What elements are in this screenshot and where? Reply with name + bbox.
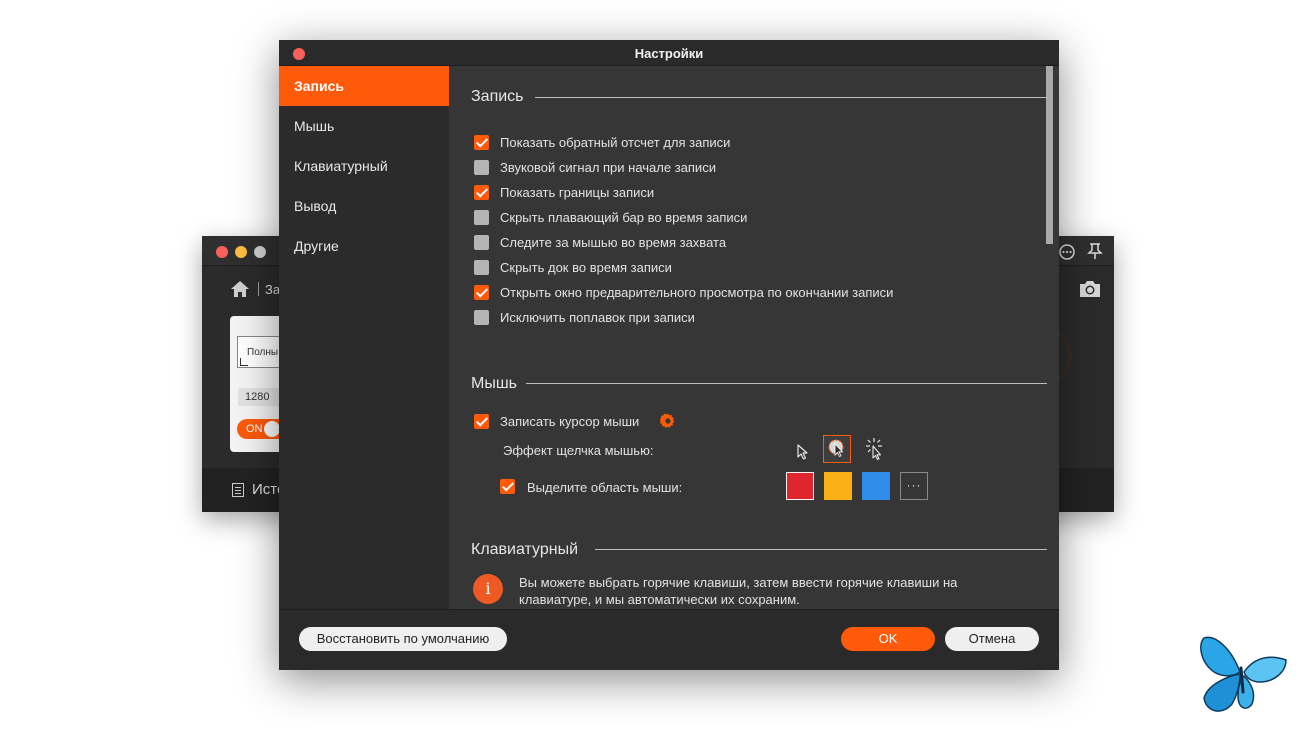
section-title-recording: Запись bbox=[471, 88, 524, 105]
record-cursor-label: Записать курсор мыши bbox=[500, 414, 640, 429]
click-effect-label: Эффект щелчка мышью: bbox=[503, 443, 654, 458]
zoom-window-button[interactable] bbox=[254, 246, 266, 258]
minimize-window-button[interactable] bbox=[235, 246, 247, 258]
hide-dock-label: Скрыть док во время записи bbox=[500, 260, 672, 275]
info-icon: i bbox=[473, 574, 503, 604]
highlight-mouse-label: Выделите область мыши: bbox=[527, 480, 683, 495]
sidebar-item-keyboard[interactable]: Клавиатурный bbox=[279, 146, 449, 186]
show-borders-label: Показать границы записи bbox=[500, 185, 655, 200]
beep-checkbox[interactable] bbox=[474, 160, 489, 175]
record-cursor-checkbox[interactable] bbox=[474, 414, 489, 429]
follow-mouse-checkbox[interactable] bbox=[474, 235, 489, 250]
content-scrollbar[interactable] bbox=[1046, 66, 1053, 244]
hide-float-bar-label: Скрыть плавающий бар во время записи bbox=[500, 210, 748, 225]
settings-content: Запись Показать обратный отсчет для запи… bbox=[449, 66, 1059, 609]
close-window-button[interactable] bbox=[216, 246, 228, 258]
section-title-keyboard: Клавиатурный bbox=[471, 541, 579, 558]
section-divider bbox=[526, 383, 1047, 384]
pin-icon[interactable] bbox=[1087, 242, 1103, 260]
restore-defaults-button[interactable]: Восстановить по умолчанию bbox=[299, 627, 507, 651]
sidebar-item-output[interactable]: Вывод bbox=[279, 186, 449, 226]
breadcrumb-separator bbox=[258, 282, 259, 296]
sparkle-click-cursor-icon[interactable] bbox=[861, 435, 889, 463]
home-icon[interactable] bbox=[230, 280, 250, 298]
cursor-settings-gear-icon[interactable] bbox=[660, 413, 676, 429]
dialog-title: Настройки bbox=[634, 46, 704, 61]
settings-dialog: Настройки Запись Мышь Клавиатурный Вывод… bbox=[279, 40, 1059, 670]
section-title-mouse: Мышь bbox=[471, 375, 517, 392]
sidebar-item-mouse[interactable]: Мышь bbox=[279, 106, 449, 146]
section-divider bbox=[595, 549, 1047, 550]
sidebar-item-other[interactable]: Другие bbox=[279, 226, 449, 266]
circle-click-cursor-icon bbox=[828, 439, 844, 458]
dialog-titlebar: Настройки bbox=[279, 40, 1059, 66]
beep-label: Звуковой сигнал при начале записи bbox=[500, 160, 716, 175]
exclude-float-label: Исключить поплавок при записи bbox=[500, 310, 695, 325]
ok-button[interactable]: OK bbox=[841, 627, 935, 651]
settings-sidebar: Запись Мышь Клавиатурный Вывод Другие bbox=[279, 66, 449, 609]
region-corner-icon bbox=[240, 358, 248, 366]
highlight-color-red[interactable] bbox=[786, 472, 814, 500]
butterfly-logo bbox=[1200, 636, 1287, 712]
hotkey-info-text: Вы можете выбрать горячие клавиши, затем… bbox=[519, 575, 958, 607]
highlight-color-yellow[interactable] bbox=[824, 472, 852, 500]
section-divider bbox=[535, 97, 1047, 98]
more-colors-label: ··· bbox=[906, 478, 922, 492]
sidebar-item-recording[interactable]: Запись bbox=[279, 66, 449, 106]
exclude-float-checkbox[interactable] bbox=[474, 310, 489, 325]
countdown-label: Показать обратный отсчет для записи bbox=[500, 135, 731, 150]
dialog-footer: Восстановить по умолчанию OK Отмена bbox=[279, 609, 1059, 670]
open-preview-label: Открыть окно предварительного просмотра … bbox=[500, 285, 894, 300]
cancel-button[interactable]: Отмена bbox=[945, 627, 1039, 651]
highlight-mouse-checkbox[interactable] bbox=[500, 479, 515, 494]
toggle-knob bbox=[264, 421, 280, 437]
camera-icon[interactable] bbox=[1078, 280, 1102, 298]
history-icon bbox=[232, 483, 244, 497]
countdown-checkbox[interactable] bbox=[474, 135, 489, 150]
hide-float-bar-checkbox[interactable] bbox=[474, 210, 489, 225]
capture-mode-label: Полны bbox=[247, 347, 279, 358]
toggle-label: ON bbox=[246, 423, 263, 435]
plain-cursor-icon[interactable] bbox=[790, 436, 818, 464]
highlight-color-blue[interactable] bbox=[862, 472, 890, 500]
show-borders-checkbox[interactable] bbox=[474, 185, 489, 200]
breadcrumb: За bbox=[265, 282, 281, 297]
hide-dock-checkbox[interactable] bbox=[474, 260, 489, 275]
open-preview-checkbox[interactable] bbox=[474, 285, 489, 300]
follow-mouse-label: Следите за мышью во время захвата bbox=[500, 235, 727, 250]
more-options-icon[interactable] bbox=[1058, 243, 1076, 261]
more-colors-button[interactable]: ··· bbox=[900, 472, 928, 500]
circle-click-cursor-option[interactable] bbox=[823, 435, 851, 463]
